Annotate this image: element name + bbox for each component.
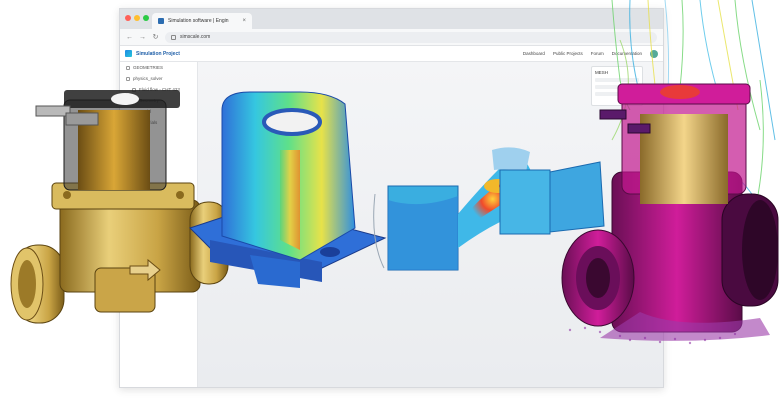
simulation-illustration — [10, 0, 779, 345]
stage: Simulation software | Engin × ← → ↻ sims… — [0, 0, 780, 400]
brass-solenoid-valve — [10, 90, 229, 324]
thermal-simulation-housing — [189, 91, 387, 288]
